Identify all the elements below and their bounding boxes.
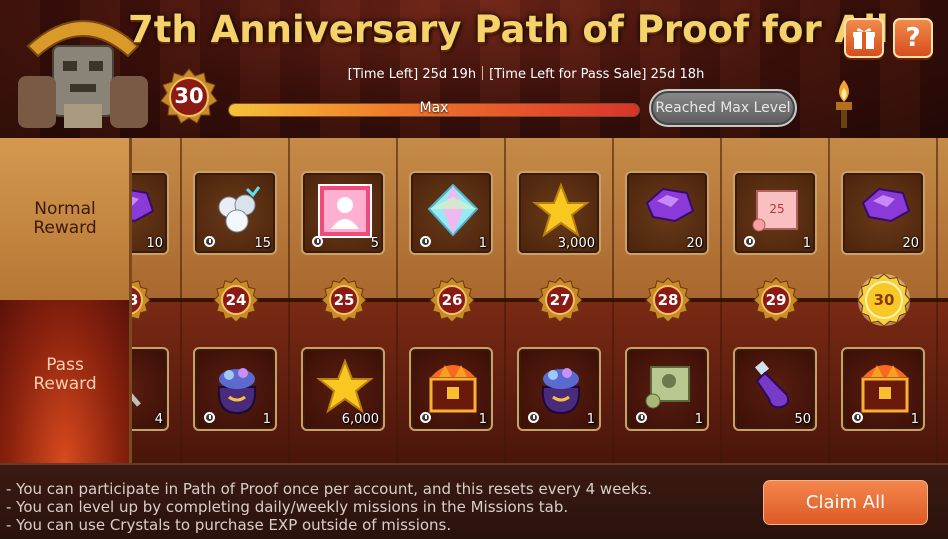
level-number: 30 xyxy=(873,291,895,309)
normal-reward-item-25[interactable]: 5 xyxy=(301,171,385,255)
normal-label-line2: Reward xyxy=(33,218,97,238)
pass-reward-item-29[interactable]: 50 xyxy=(733,347,817,431)
reward-track: 10415156,000113,000120125150201 23242526… xyxy=(0,138,948,463)
time-left-info: [Time Left] 25d 19h [Time Left for Pass S… xyxy=(236,66,816,86)
timer-icon xyxy=(420,412,431,423)
svg-text:25: 25 xyxy=(769,202,784,216)
timer-icon xyxy=(744,236,755,247)
level-number: 26 xyxy=(441,291,463,309)
level-number: 24 xyxy=(225,291,247,309)
reward-quantity: 4 xyxy=(154,412,163,427)
reward-quantity: 20 xyxy=(686,236,703,251)
gift-button[interactable] xyxy=(844,18,884,58)
reward-quantity: 1 xyxy=(478,412,487,427)
reward-quantity: 20 xyxy=(902,236,919,251)
timer-icon xyxy=(852,412,863,423)
footer-panel: - You can participate in Path of Proof o… xyxy=(0,463,948,539)
pass-reward-item-25[interactable]: 6,000 xyxy=(301,347,385,431)
pass-reward-item-30[interactable]: 1 xyxy=(841,347,925,431)
header-banner: 7th Anniversary Path of Proof for All [T… xyxy=(0,0,948,138)
claim-all-button[interactable]: Claim All xyxy=(763,480,928,525)
timer-icon xyxy=(204,236,215,247)
normal-reward-item-28[interactable]: 20 xyxy=(625,171,709,255)
reward-quantity: 1 xyxy=(694,412,703,427)
reward-quantity: 6,000 xyxy=(341,412,379,427)
help-icon: ? xyxy=(905,23,921,53)
pass-sale-time-text: [Time Left for Pass Sale] 25d 18h xyxy=(489,67,705,82)
reward-quantity: 50 xyxy=(794,412,811,427)
pass-reward-item-27[interactable]: 1 xyxy=(517,347,601,431)
level-node-25: 25 xyxy=(321,277,367,323)
timer-icon xyxy=(312,236,323,247)
time-left-text: [Time Left] 25d 19h xyxy=(347,67,477,82)
normal-label-line1: Normal xyxy=(34,199,96,219)
reached-max-level-button[interactable]: Reached Max Level xyxy=(649,89,797,127)
torch-icon xyxy=(836,80,852,128)
normal-reward-item-27[interactable]: 3,000 xyxy=(517,171,601,255)
level-number: 29 xyxy=(765,291,787,309)
normal-reward-item-24[interactable]: 15 xyxy=(193,171,277,255)
level-node-30: 30 xyxy=(857,273,911,327)
pass-reward-item-26[interactable]: 1 xyxy=(409,347,493,431)
event-title: 7th Anniversary Path of Proof for All xyxy=(128,8,889,51)
reward-quantity: 5 xyxy=(370,236,379,251)
reward-quantity: 1 xyxy=(586,412,595,427)
reward-quantity: 3,000 xyxy=(557,236,595,251)
pass-reward-item-28[interactable]: 1 xyxy=(625,347,709,431)
info-note-3: - You can use Crystals to purchase EXP o… xyxy=(6,516,452,534)
timer-icon xyxy=(636,412,647,423)
normal-reward-item-29[interactable]: 25 1 xyxy=(733,171,817,255)
pass-reward-item-24[interactable]: 1 xyxy=(193,347,277,431)
reward-quantity: 1 xyxy=(910,412,919,427)
timer-icon xyxy=(204,412,215,423)
pass-label-line1: Pass xyxy=(46,355,84,375)
normal-reward-label: Normal Reward xyxy=(0,200,130,238)
level-node-28: 28 xyxy=(645,277,691,323)
reward-quantity: 1 xyxy=(802,236,811,251)
help-button[interactable]: ? xyxy=(893,18,933,58)
reward-quantity: 15 xyxy=(254,236,271,251)
timer-icon xyxy=(528,412,539,423)
level-number: 25 xyxy=(333,291,355,309)
info-note-2: - You can level up by completing daily/w… xyxy=(6,498,569,516)
normal-reward-item-26[interactable]: 1 xyxy=(409,171,493,255)
timer-icon xyxy=(420,236,431,247)
level-node-29: 29 xyxy=(753,277,799,323)
level-number: 27 xyxy=(549,291,571,309)
gift-icon xyxy=(853,28,875,49)
reward-quantity: 1 xyxy=(262,412,271,427)
reward-quantity: 1 xyxy=(478,236,487,251)
pass-label-line2: Reward xyxy=(33,374,97,394)
info-note-1: - You can participate in Path of Proof o… xyxy=(6,480,652,498)
current-level-number: 30 xyxy=(174,84,204,108)
level-number: 28 xyxy=(657,291,679,309)
level-progress-label: Max xyxy=(419,100,449,116)
pass-reward-label: Pass Reward xyxy=(0,356,130,394)
reward-quantity: 10 xyxy=(146,236,163,251)
current-level-badge: 30 xyxy=(160,68,218,126)
level-node-24: 24 xyxy=(213,277,259,323)
level-node-27: 27 xyxy=(537,277,583,323)
level-node-26: 26 xyxy=(429,277,475,323)
time-separator xyxy=(482,66,484,80)
normal-reward-item-30[interactable]: 20 xyxy=(841,171,925,255)
